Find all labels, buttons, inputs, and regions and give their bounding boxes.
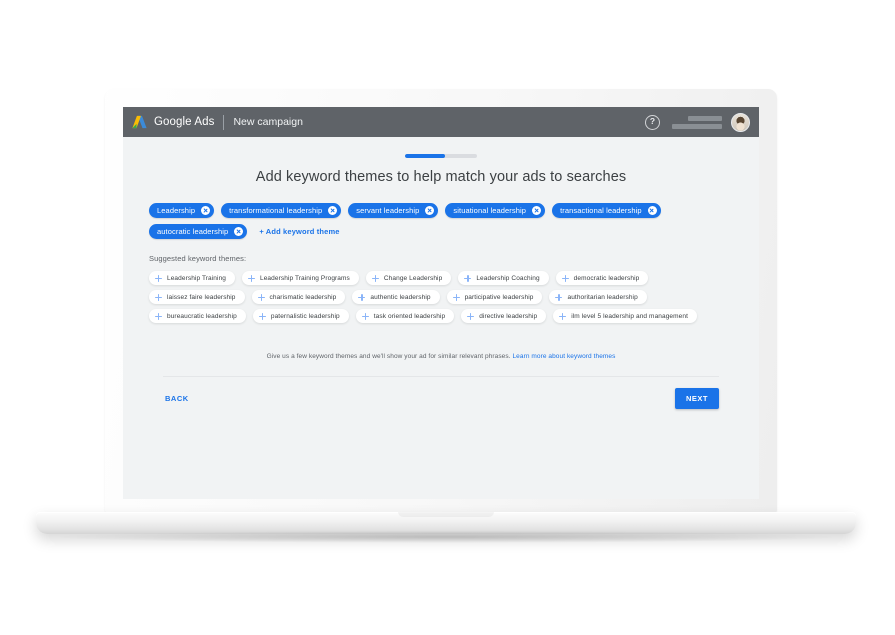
plus-icon bbox=[555, 293, 563, 301]
footer-actions: BACK NEXT bbox=[149, 377, 733, 409]
selected-keyword-chip-label: transformational leadership bbox=[229, 206, 323, 215]
suggested-keyword-chip[interactable]: democratic leadership bbox=[555, 271, 649, 285]
suggested-keyword-chip-label: task oriented leadership bbox=[373, 312, 446, 320]
suggested-keyword-chip-label: authentic leadership bbox=[370, 293, 431, 301]
brand-label: Google Ads bbox=[154, 116, 215, 128]
suggested-keyword-chip-label: Leadership Training bbox=[167, 274, 226, 282]
suggested-keyword-chip[interactable]: Leadership Training bbox=[149, 271, 235, 285]
chip-remove-icon[interactable] bbox=[425, 206, 435, 215]
selected-keyword-chip[interactable]: situational leadership bbox=[445, 203, 546, 218]
suggested-keyword-chip[interactable]: paternalistic leadership bbox=[252, 309, 349, 323]
suggested-keyword-chip[interactable]: authentic leadership bbox=[352, 290, 440, 304]
chip-remove-icon[interactable] bbox=[201, 206, 211, 215]
content-card: Add keyword themes to help match your ad… bbox=[135, 137, 747, 499]
suggested-keyword-chip[interactable]: directive leadership bbox=[461, 309, 547, 323]
selected-keyword-chip[interactable]: transformational leadership bbox=[221, 203, 342, 218]
chip-remove-icon[interactable] bbox=[647, 206, 657, 215]
plus-icon bbox=[155, 312, 162, 320]
chip-remove-icon[interactable] bbox=[532, 206, 542, 215]
selected-keyword-chip[interactable]: autocratic leadership bbox=[149, 224, 248, 239]
progress-bar bbox=[405, 154, 477, 158]
plus-icon bbox=[155, 293, 162, 301]
progress-bar-fill bbox=[405, 154, 445, 158]
suggested-keyword-chip[interactable]: participative leadership bbox=[446, 290, 543, 304]
laptop-lid: Google Ads New campaign ? Add keyword th… bbox=[105, 89, 777, 513]
suggested-keyword-chip-label: ilm level 5 leadership and management bbox=[571, 312, 688, 320]
plus-icon bbox=[258, 312, 266, 320]
page-name-label: New campaign bbox=[233, 116, 303, 128]
add-keyword-theme-link[interactable]: + Add keyword theme bbox=[259, 227, 339, 236]
google-ads-logo-icon bbox=[132, 115, 147, 128]
placeholder-bar-top bbox=[688, 115, 722, 121]
plus-icon bbox=[561, 274, 569, 282]
suggested-themes-label: Suggested keyword themes: bbox=[149, 254, 247, 263]
suggested-keyword-chip-label: paternalistic leadership bbox=[270, 312, 340, 320]
selected-keyword-chip[interactable]: transactional leadership bbox=[552, 203, 661, 218]
suggested-keyword-chip[interactable]: task oriented leadership bbox=[355, 309, 455, 323]
plus-icon bbox=[361, 312, 369, 320]
plus-icon bbox=[155, 274, 162, 282]
suggested-keyword-chip-label: authoritarian leadership bbox=[567, 293, 638, 301]
suggested-keyword-chip-label: democratic leadership bbox=[573, 274, 640, 282]
suggested-keyword-chip[interactable]: bureaucratic leadership bbox=[149, 309, 246, 323]
suggested-keyword-chip-label: Leadership Training Programs bbox=[260, 274, 350, 282]
suggested-keyword-chip[interactable]: ilm level 5 leadership and management bbox=[553, 309, 697, 323]
laptop-screen: Google Ads New campaign ? Add keyword th… bbox=[123, 107, 759, 499]
suggested-keyword-chip-label: directive leadership bbox=[479, 312, 538, 320]
suggested-keyword-chip-label: charismatic leadership bbox=[269, 293, 337, 301]
help-icon[interactable]: ? bbox=[645, 114, 660, 130]
placeholder-bar-bottom bbox=[672, 123, 722, 129]
plus-icon bbox=[371, 274, 379, 282]
suggested-keyword-chip[interactable]: authoritarian leadership bbox=[549, 290, 647, 304]
plus-icon bbox=[257, 293, 265, 301]
laptop-mockup: Google Ads New campaign ? Add keyword th… bbox=[0, 0, 895, 635]
page-title: Add keyword themes to help match your ad… bbox=[255, 169, 627, 185]
header-divider bbox=[223, 114, 225, 130]
suggested-keyword-chip-label: laissez faire leadership bbox=[167, 293, 236, 301]
selected-keyword-chip[interactable]: servant leadership bbox=[348, 203, 439, 218]
selected-keyword-chip-label: servant leadership bbox=[356, 206, 420, 215]
plus-icon bbox=[467, 312, 475, 320]
plus-icon bbox=[358, 293, 366, 301]
laptop-base-shadow bbox=[60, 531, 832, 543]
plus-icon bbox=[248, 274, 255, 282]
suggested-keyword-chip-label: Leadership Coaching bbox=[476, 274, 540, 282]
suggested-keyword-chip-label: Change Leadership bbox=[383, 274, 443, 282]
avatar[interactable] bbox=[731, 112, 750, 132]
helper-text-body: Give us a few keyword themes and we'll s… bbox=[266, 353, 511, 360]
next-button[interactable]: NEXT bbox=[674, 388, 719, 409]
plus-icon bbox=[452, 293, 460, 301]
suggested-keyword-chips: Leadership Training Leadership Training P… bbox=[149, 271, 733, 323]
back-button[interactable]: BACK bbox=[163, 390, 191, 407]
suggested-keyword-chip[interactable]: laissez faire leadership bbox=[149, 290, 245, 304]
plus-icon bbox=[464, 274, 472, 282]
plus-icon bbox=[559, 312, 567, 320]
app-header: Google Ads New campaign ? bbox=[123, 107, 759, 137]
laptop-base-notch bbox=[398, 512, 494, 517]
selected-keyword-chips: Leadership transformational leadership ser… bbox=[149, 203, 733, 239]
suggested-keyword-chip-label: participative leadership bbox=[464, 293, 534, 301]
keyword-themes-panel: Leadership transformational leadership ser… bbox=[135, 203, 747, 409]
helper-text: Give us a few keyword themes and we'll s… bbox=[149, 353, 733, 360]
suggested-keyword-chip-label: bureaucratic leadership bbox=[167, 312, 237, 320]
selected-keyword-chip-label: Leadership bbox=[157, 206, 196, 215]
suggested-keyword-chip[interactable]: charismatic leadership bbox=[251, 290, 346, 304]
chip-remove-icon[interactable] bbox=[234, 227, 244, 236]
suggested-keyword-chip[interactable]: Change Leadership bbox=[365, 271, 452, 285]
suggested-keyword-chip[interactable]: Leadership Coaching bbox=[458, 271, 549, 285]
page-body: Add keyword themes to help match your ad… bbox=[123, 137, 759, 499]
learn-more-link[interactable]: Learn more about keyword themes bbox=[512, 353, 615, 360]
selected-keyword-chip[interactable]: Leadership bbox=[149, 203, 215, 218]
chip-remove-icon[interactable] bbox=[328, 206, 338, 215]
selected-keyword-chip-label: transactional leadership bbox=[560, 206, 642, 215]
selected-keyword-chip-label: autocratic leadership bbox=[157, 227, 229, 236]
selected-keyword-chip-label: situational leadership bbox=[453, 206, 527, 215]
suggested-keyword-chip[interactable]: Leadership Training Programs bbox=[242, 271, 359, 285]
account-info-placeholder bbox=[672, 115, 722, 129]
